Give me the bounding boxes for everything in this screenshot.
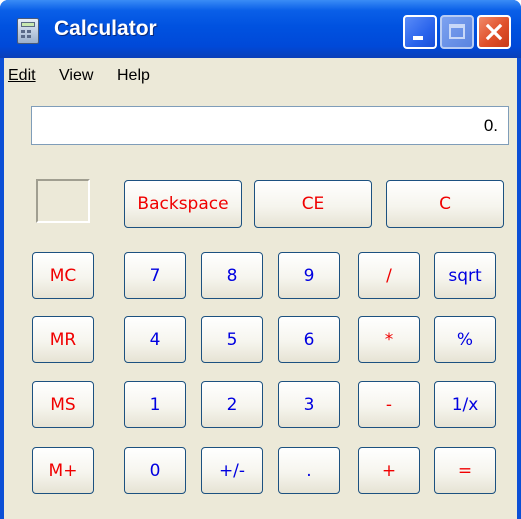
equals-button[interactable]: = <box>434 447 496 494</box>
digit-5-button[interactable]: 5 <box>201 316 263 363</box>
digit-2-button[interactable]: 2 <box>201 381 263 428</box>
close-icon <box>485 23 503 41</box>
backspace-button[interactable]: Backspace <box>124 180 242 228</box>
digit-9-button[interactable]: 9 <box>278 252 340 299</box>
divide-button[interactable]: / <box>358 252 420 299</box>
menu-edit-label: Edit <box>8 67 36 84</box>
menu-view[interactable]: View <box>59 67 93 85</box>
clear-button[interactable]: C <box>386 180 504 228</box>
menu-help[interactable]: Help <box>117 67 150 85</box>
menu-view-label: View <box>59 67 94 84</box>
multiply-button[interactable]: * <box>358 316 420 363</box>
digit-1-button[interactable]: 1 <box>124 381 186 428</box>
calculator-body: Edit View Help 0. Backspace CE C MC MR M… <box>4 58 517 519</box>
calculator-icon[interactable] <box>17 18 39 44</box>
decimal-button[interactable]: . <box>278 447 340 494</box>
minimize-button[interactable] <box>403 15 437 49</box>
digit-0-button[interactable]: 0 <box>124 447 186 494</box>
maximize-button[interactable] <box>440 15 474 49</box>
sqrt-button[interactable]: sqrt <box>434 252 496 299</box>
subtract-button[interactable]: - <box>358 381 420 428</box>
digit-7-button[interactable]: 7 <box>124 252 186 299</box>
close-button[interactable] <box>477 15 511 49</box>
result-display[interactable]: 0. <box>31 106 509 145</box>
memory-clear-button[interactable]: MC <box>32 252 94 299</box>
menu-bar: Edit View Help <box>4 58 517 94</box>
minimize-icon <box>413 36 423 40</box>
menu-help-label: Help <box>117 67 150 84</box>
memory-indicator <box>36 179 90 223</box>
percent-button[interactable]: % <box>434 316 496 363</box>
digit-3-button[interactable]: 3 <box>278 381 340 428</box>
memory-store-button[interactable]: MS <box>32 381 94 428</box>
digit-6-button[interactable]: 6 <box>278 316 340 363</box>
add-button[interactable]: + <box>358 447 420 494</box>
reciprocal-button[interactable]: 1/x <box>434 381 496 428</box>
maximize-icon <box>449 24 465 39</box>
display-value: 0. <box>483 116 498 135</box>
digit-4-button[interactable]: 4 <box>124 316 186 363</box>
clear-entry-button[interactable]: CE <box>254 180 372 228</box>
menu-edit[interactable]: Edit <box>8 67 36 85</box>
title-bar[interactable]: Calculator <box>0 0 521 58</box>
memory-recall-button[interactable]: MR <box>32 316 94 363</box>
digit-8-button[interactable]: 8 <box>201 252 263 299</box>
memory-add-button[interactable]: M+ <box>32 447 94 494</box>
calculator-window: Calculator Edit View Help 0. Backspace C… <box>0 0 521 519</box>
sign-toggle-button[interactable]: +/- <box>201 447 263 494</box>
window-title: Calculator <box>54 17 157 40</box>
